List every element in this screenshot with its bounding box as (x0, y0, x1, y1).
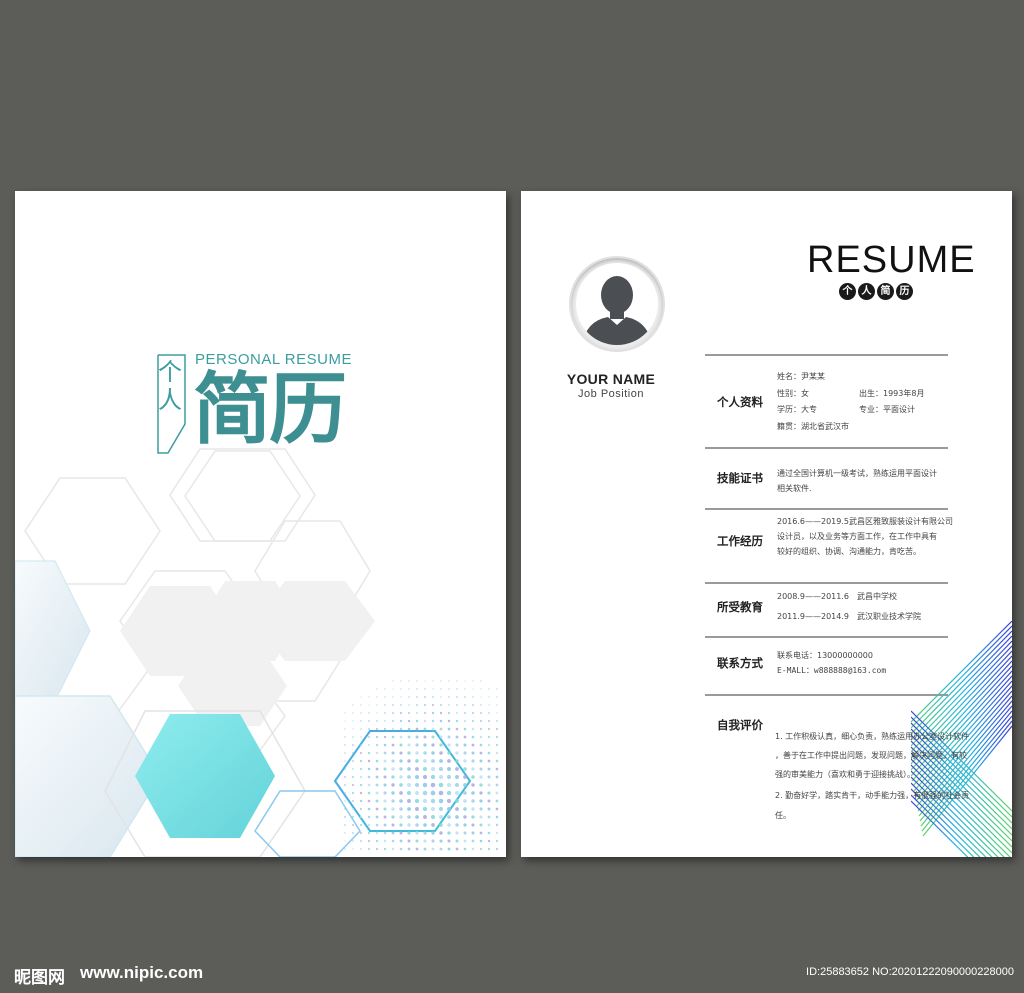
self-line: 任。 (775, 811, 791, 820)
profile-birth: 出生：1993年8月 (859, 389, 925, 398)
divider (705, 582, 948, 584)
self-line: 强的审美能力（喜欢和勇于迎接挑战）。 (775, 770, 915, 779)
self-line: 2. 勤奋好学，踏实肯干，动手能力强，有很强的社会责 (775, 791, 970, 800)
badge: 人 (858, 283, 875, 300)
hexagon-pattern-art (15, 448, 499, 857)
resume-heading: RESUME (807, 239, 976, 281)
section-label-skills: 技能证书 (717, 471, 763, 485)
watermark-logo: 昵图网 (14, 968, 65, 988)
edu-date: 2011.9——2014.9 (777, 612, 849, 621)
section-label-contact: 联系方式 (717, 656, 763, 670)
work-line: 设计员，以及业务等方面工作，在工作中具有 (777, 532, 937, 541)
cover-page: PERSONAL RESUME 个人 简历 (15, 191, 506, 857)
cover-title-main: 简历 (193, 365, 347, 455)
skills-line: 相关软件. (777, 484, 812, 493)
resume-badges: 个 人 简 历 (839, 283, 913, 300)
profile-major: 专业：平面设计 (859, 405, 915, 414)
contact-email: E-MALL：w888888@163.com (777, 666, 887, 675)
resume-page: YOUR NAME Job Position RESUME 个 人 简 历 个人… (521, 191, 1012, 857)
divider (705, 354, 948, 356)
section-label-education: 所受教育 (717, 600, 763, 614)
profile-gender: 性别：女 (777, 389, 809, 398)
job-position: Job Position (578, 388, 644, 400)
self-line: 1. 工作积极认真，细心负责，熟练运用办公室设计软件 (775, 732, 970, 741)
edu-date: 2008.9——2011.6 (777, 592, 849, 601)
section-label-self: 自我评价 (717, 718, 763, 732)
badge: 个 (839, 283, 856, 300)
profile-name: 姓名：尹某某 (777, 372, 825, 381)
person-silhouette-icon (582, 276, 652, 345)
edu-school: 武昌中学校 (857, 592, 897, 601)
profile-hometown: 籍贯：湖北省武汉市 (777, 422, 849, 431)
watermark-site: www.nipic.com (80, 963, 204, 982)
watermark-id: ID:25883652 NO:20201222090000228000 (806, 966, 1014, 978)
skills-line: 通过全国计算机一级考试，熟练运用平面设计 (777, 469, 937, 478)
contact-phone: 联系电话：13000000000 (777, 651, 873, 660)
avatar (569, 256, 665, 352)
dot-pattern (344, 680, 499, 851)
section-label-profile: 个人资料 (717, 395, 763, 409)
section-label-work: 工作经历 (717, 534, 763, 548)
self-line: ，善于在工作中提出问题，发现问题，解决问题，有较 (775, 751, 967, 760)
divider (705, 447, 948, 449)
your-name: YOUR NAME (566, 371, 656, 387)
work-line: 较好的组织、协调、沟通能力，肯吃苦。 (777, 547, 921, 556)
divider (705, 508, 948, 510)
profile-education: 学历：大专 (777, 405, 817, 414)
badge: 简 (877, 283, 894, 300)
cover-title-small: 个人 (158, 358, 182, 414)
badge: 历 (896, 283, 913, 300)
work-line: 2016.6——2019.5武昌区雅致服装设计有限公司 (777, 517, 953, 526)
